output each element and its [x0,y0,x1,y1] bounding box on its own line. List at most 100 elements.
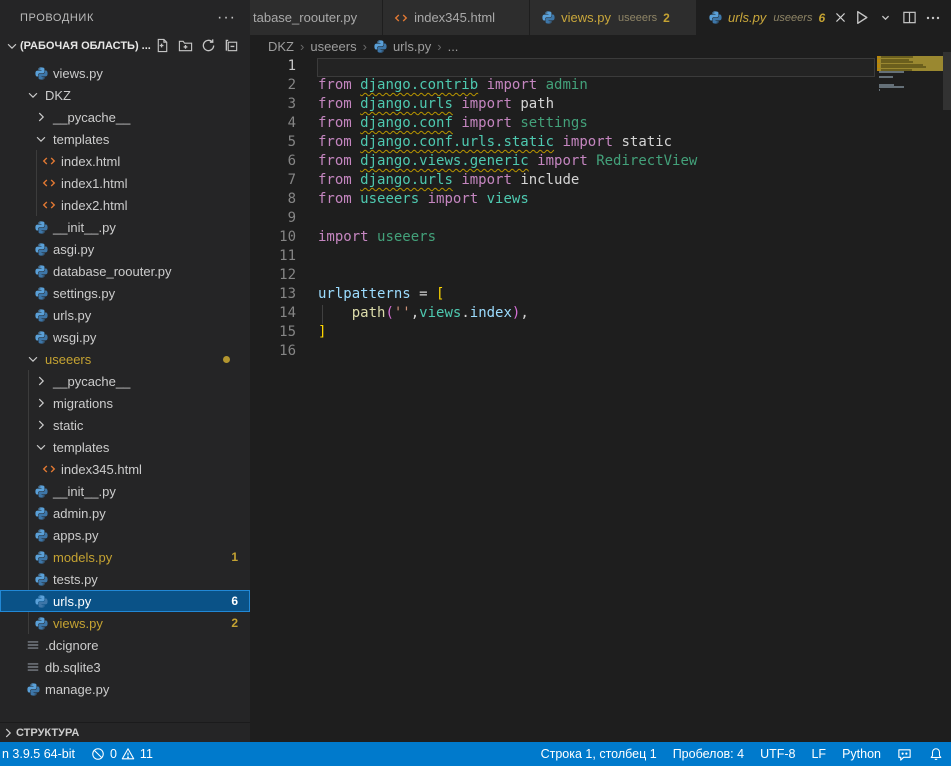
tree-item-asgi.py[interactable]: asgi.py [0,238,250,260]
code-line-text: from django.views.generic import Redirec… [318,152,697,171]
tree-item-__init__.py[interactable]: __init__.py [0,480,250,502]
scrollbar-slider[interactable] [943,52,951,110]
tree-item-wsgi.py[interactable]: wsgi.py [0,326,250,348]
code-line-3[interactable]: 3from django.urls import path [250,95,951,114]
line-number: 8 [250,190,296,209]
tree-item-urls.py[interactable]: urls.py [0,304,250,326]
breadcrumb-separator: › [363,39,367,54]
breadcrumb[interactable]: DKZ›useeers›urls.py›... [250,36,951,57]
tree-item-templates[interactable]: templates [0,436,250,458]
tab-views.py[interactable]: views.pyuseeers2 [530,0,697,35]
cursor-position-indicator[interactable]: Строка 1, столбец 1 [533,742,665,766]
code-line-8[interactable]: 8from useeers import views [250,190,951,209]
encoding-indicator[interactable]: UTF-8 [752,742,803,766]
tree-item-__init__.py[interactable]: __init__.py [0,216,250,238]
new-folder-icon[interactable] [178,38,194,54]
tree-item-tests.py[interactable]: tests.py [0,568,250,590]
tree-item-templates[interactable]: templates [0,128,250,150]
tree-item-.dcignore[interactable]: .dcignore [0,634,250,656]
tree-item-db.sqlite3[interactable]: db.sqlite3 [0,656,250,678]
code-line-13[interactable]: 13urlpatterns = [ [250,285,951,304]
tree-item-index1.html[interactable]: index1.html [0,172,250,194]
tree-item-manage.py[interactable]: manage.py [0,678,250,700]
tree-item-views.py[interactable]: views.py2 [0,612,250,634]
code-line-15[interactable]: 15] [250,323,951,342]
python-icon [33,505,49,521]
code-line-5[interactable]: 5from django.conf.urls.static import sta… [250,133,951,152]
language-mode-indicator[interactable]: Python [834,742,889,766]
breadcrumb-item-...[interactable]: ... [448,39,459,54]
tree-item-index345.html[interactable]: index345.html [0,458,250,480]
code-line-7[interactable]: 7from django.urls import include [250,171,951,190]
tree-item-useeers[interactable]: useeers [0,348,250,370]
tree-item-index.html[interactable]: index.html [0,150,250,172]
refresh-icon[interactable] [201,38,217,54]
tree-item-models.py[interactable]: models.py1 [0,546,250,568]
python-icon [33,285,49,301]
python-icon [707,10,723,26]
minimap[interactable] [877,52,943,172]
tree-item-label: views.py [53,616,103,631]
eol-indicator[interactable]: LF [803,742,834,766]
chevron-down-icon [4,38,20,54]
tab-description: useeers [773,12,812,24]
explorer-more-icon[interactable]: ··· [217,9,236,27]
tree-item-admin.py[interactable]: admin.py [0,502,250,524]
tree-item-migrations[interactable]: migrations [0,392,250,414]
problems-indicator[interactable]: 0 11 [83,742,161,766]
tree-item-static[interactable]: static [0,414,250,436]
eol-label: LF [811,747,826,761]
code-line-14[interactable]: 14 path('',views.index), [250,304,951,323]
tree-item-label: views.py [53,66,103,81]
outline-section-header[interactable]: СТРУКТУРА [0,722,250,742]
html-icon [41,175,57,191]
run-icon[interactable] [851,7,871,29]
tree-item-database_roouter.py[interactable]: database_roouter.py [0,260,250,282]
more-icon[interactable] [923,7,943,29]
code-line-4[interactable]: 4from django.conf import settings [250,114,951,133]
collapse-all-icon[interactable] [224,38,240,54]
tree-item-label: apps.py [53,528,99,543]
tree-item-urls.py[interactable]: urls.py6 [0,590,250,612]
code-line-9[interactable]: 9 [250,209,951,228]
code-line-10[interactable]: 10import useeers [250,228,951,247]
python-icon [33,263,49,279]
tree-item-label: models.py [53,550,112,565]
tree-item-index2.html[interactable]: index2.html [0,194,250,216]
tree-item-label: __init__.py [53,484,116,499]
code-editor[interactable]: 12from django.contrib import admin3from … [250,57,951,361]
tab-urls.py[interactable]: urls.pyuseeers6 [697,0,851,35]
tree-item-apps.py[interactable]: apps.py [0,524,250,546]
breadcrumb-item-urls.py[interactable]: urls.py [373,39,431,55]
code-line-11[interactable]: 11 [250,247,951,266]
code-line-2[interactable]: 2from django.contrib import admin [250,76,951,95]
code-line-6[interactable]: 6from django.views.generic import Redire… [250,152,951,171]
minimap-line [879,76,893,78]
notifications-button[interactable] [920,742,951,766]
tree-item-__pycache__[interactable]: __pycache__ [0,106,250,128]
breadcrumb-item-useeers[interactable]: useeers [310,39,356,54]
indent-guide [322,305,323,324]
workspace-section-header[interactable]: (РАБОЧАЯ ОБЛАСТЬ) ... [0,35,250,57]
close-icon[interactable] [834,10,847,26]
code-line-1[interactable]: 1 [250,57,951,76]
error-count: 0 [110,747,117,761]
tree-item-label: wsgi.py [53,330,96,345]
python-version-indicator[interactable]: n 3.9.5 64-bit [0,742,83,766]
tab-tabase_roouter.py[interactable]: tabase_roouter.py [250,0,383,35]
tree-item-DKZ[interactable]: DKZ [0,84,250,106]
code-line-12[interactable]: 12 [250,266,951,285]
indentation-indicator[interactable]: Пробелов: 4 [665,742,752,766]
breadcrumb-item-DKZ[interactable]: DKZ [268,39,294,54]
code-line-16[interactable]: 16 [250,342,951,361]
editor-scrollbar[interactable] [943,52,951,742]
chevron-down-small-icon[interactable] [875,7,895,29]
tree-item-views.py[interactable]: views.py [0,62,250,84]
chevron-right-icon [0,725,16,741]
feedback-button[interactable] [889,742,920,766]
tab-index345.html[interactable]: index345.html [383,0,530,35]
split-editor-icon[interactable] [899,7,919,29]
new-file-icon[interactable] [155,38,171,54]
tree-item-__pycache__[interactable]: __pycache__ [0,370,250,392]
tree-item-settings.py[interactable]: settings.py [0,282,250,304]
